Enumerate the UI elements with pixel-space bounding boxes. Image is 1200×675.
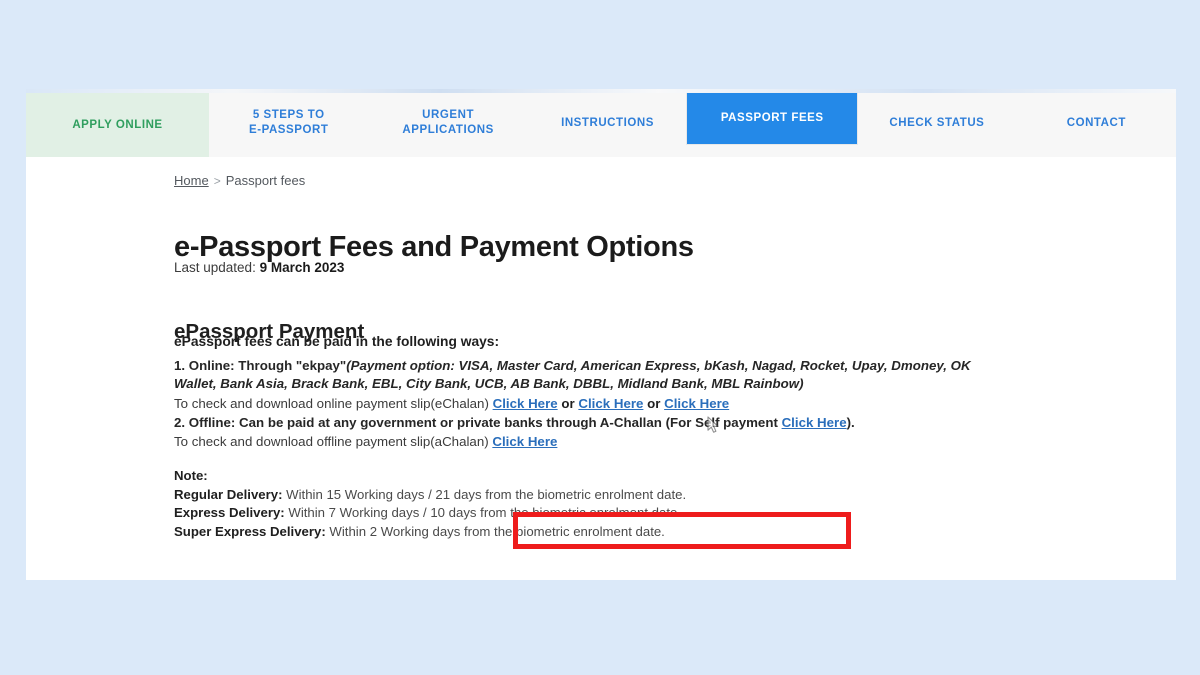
note-row-super-express-delivery: Super Express Delivery: Within 2 Working… — [174, 523, 686, 542]
intro-text: ePassport fees can be paid in the follow… — [174, 334, 500, 349]
echalan-click-here-link-3[interactable]: Click Here — [664, 396, 729, 411]
last-updated-label: Last updated: — [174, 260, 256, 275]
achalan-click-here-link[interactable]: Click Here — [492, 434, 557, 449]
nav-tab-urgent-label: URGENT APPLICATIONS — [402, 108, 493, 138]
nav-tab-instructions[interactable]: INSTRUCTIONS — [528, 89, 687, 157]
note-heading-label: Note: — [174, 468, 208, 483]
online-payment-paragraph: 1. Online: Through "ekpay"(Payment optio… — [174, 357, 1004, 394]
note-row-express-delivery: Express Delivery: Within 7 Working days … — [174, 504, 686, 523]
nav-tab-instructions-label: INSTRUCTIONS — [561, 116, 654, 129]
note-row-super-express-label: Super Express Delivery: — [174, 523, 326, 539]
note-row-regular-value: Within 15 Working days / 21 days from th… — [286, 486, 687, 502]
last-updated-value: 9 March 2023 — [259, 260, 345, 275]
nav-tab-contact[interactable]: CONTACT — [1017, 89, 1176, 157]
nav-tab-apply-online[interactable]: APPLY ONLINE — [26, 93, 209, 157]
echalan-click-here-link-1[interactable]: Click Here — [493, 396, 558, 411]
note-row-express-label: Express Delivery: — [174, 505, 285, 521]
screenshot-stage: APPLY ONLINE 5 STEPS TO e-PASSPORT URGEN… — [0, 0, 1200, 675]
note-heading: Note: — [174, 467, 686, 486]
note-row-express-value: Within 7 Working days / 10 days from the… — [288, 505, 681, 521]
achalan-slip-line: To check and download offline payment sl… — [174, 433, 1004, 451]
online-payment-prefix: 1. Online: Through "ekpay" — [174, 358, 347, 373]
note-row-regular-delivery: Regular Delivery: Within 15 Working days… — [174, 486, 686, 505]
breadcrumb-current: Passport fees — [225, 173, 306, 188]
nav-tab-passport-fees-label: PASSPORT FEES — [720, 112, 824, 124]
echalan-slip-line: To check and download online payment sli… — [174, 395, 1004, 413]
achalan-slip-text: To check and download offline payment sl… — [174, 434, 489, 449]
nav-tab-check-status[interactable]: CHECK STATUS — [857, 89, 1016, 157]
nav-tab-passport-fees[interactable]: PASSPORT FEES — [687, 93, 858, 144]
nav-tab-5-steps-line1: 5 STEPS TO — [252, 109, 325, 121]
breadcrumb-separator-icon: > — [213, 174, 221, 188]
echalan-or-2: or — [647, 396, 661, 411]
note-row-regular-label: Regular Delivery: — [174, 486, 283, 502]
nav-tab-5-steps-label: 5 STEPS TO e-PASSPORT — [249, 108, 328, 138]
nav-top-artifact-line — [26, 89, 1176, 93]
nav-tab-urgent-line2: APPLICATIONS — [402, 124, 494, 136]
echalan-or-1: or — [561, 396, 575, 411]
browser-page: APPLY ONLINE 5 STEPS TO e-PASSPORT URGEN… — [26, 89, 1176, 580]
echalan-click-here-link-2[interactable]: Click Here — [578, 396, 643, 411]
nav-tab-urgent-applications[interactable]: URGENT APPLICATIONS — [368, 89, 527, 157]
nav-tab-urgent-line1: URGENT — [422, 109, 475, 121]
main-navigation: APPLY ONLINE 5 STEPS TO e-PASSPORT URGEN… — [26, 89, 1176, 157]
nav-tab-check-status-label: CHECK STATUS — [889, 116, 985, 129]
echalan-slip-text: To check and download online payment sli… — [174, 396, 489, 411]
nav-tab-5-steps-to-epassport[interactable]: 5 STEPS TO e-PASSPORT — [209, 89, 368, 157]
offline-payment-text-after: ). — [846, 415, 855, 430]
nav-tab-5-steps-line2: e-PASSPORT — [248, 124, 329, 136]
note-row-super-express-value: Within 2 Working days from the biometric… — [329, 523, 665, 539]
breadcrumb-home-link[interactable]: Home — [174, 173, 209, 188]
last-updated-line: Last updated: 9 March 2023 — [174, 260, 344, 275]
nav-tab-contact-label: CONTACT — [1066, 116, 1126, 129]
offline-self-payment-click-here-link[interactable]: Click Here — [782, 415, 847, 430]
offline-payment-text: 2. Offline: Can be paid at any governmen… — [174, 415, 778, 430]
nav-tab-apply-online-label: APPLY ONLINE — [72, 118, 163, 131]
breadcrumb: Home > Passport fees — [174, 173, 305, 188]
note-block: Note: Regular Delivery: Within 15 Workin… — [174, 467, 686, 541]
mouse-cursor-icon — [707, 416, 720, 439]
offline-payment-paragraph: 2. Offline: Can be paid at any governmen… — [174, 414, 1004, 432]
